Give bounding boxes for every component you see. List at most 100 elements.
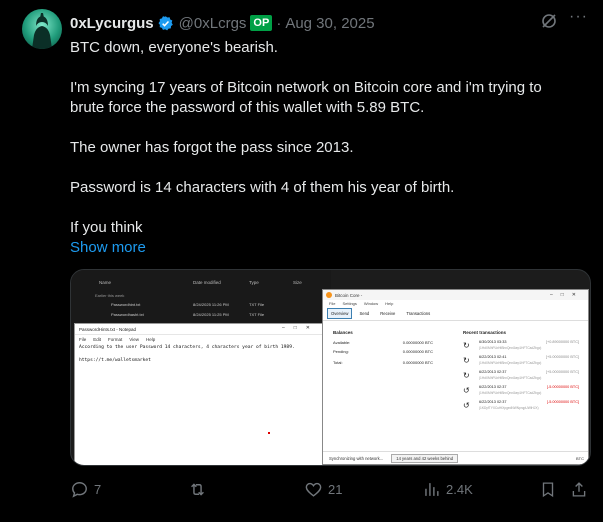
explorer-col-header: Size xyxy=(293,280,302,285)
core-menu: File Settings Window Help xyxy=(323,300,588,307)
bitcoin-icon xyxy=(326,292,332,298)
bitcoin-core-window: Bitcoin Core - –□✕ File Settings Window … xyxy=(322,289,589,465)
recent-title: Recent transactions xyxy=(463,330,507,335)
outgoing-tx-icon: ↺ xyxy=(463,386,470,395)
notepad-line: According to the user Password 14 charac… xyxy=(79,345,295,350)
op-badge: OP xyxy=(250,15,273,31)
outgoing-tx-icon: ↺ xyxy=(463,401,470,410)
balance-value: 0.00000000 BTC xyxy=(402,360,433,365)
tx-date: 6/30/2013 03:33 xyxy=(479,340,507,344)
explorer-group-label: Earlier this week xyxy=(95,293,125,298)
notepad-title: PasswordHints.txt - Notepad –□✕ xyxy=(75,324,323,335)
tx-amount: [-5.00000000 BTC] xyxy=(546,385,579,389)
repost-icon xyxy=(191,483,204,496)
cursor-dot-icon xyxy=(268,432,270,434)
notepad-menu-item: Help xyxy=(145,337,156,342)
tx-amount: [+0.89000000 BTC] xyxy=(545,340,579,344)
notepad-menu-item: File xyxy=(79,337,87,342)
transaction-row: ↺ 6/22/2013 02:37 (1KDyfTYXCuHtXpgedNWNp… xyxy=(463,399,583,413)
notepad-window: PasswordHints.txt - Notepad –□✕ File Edi… xyxy=(74,323,324,465)
explorer-file-date: 8/24/2025 11:25 PM xyxy=(193,312,229,317)
notepad-menu-item: Format xyxy=(108,337,123,342)
reply-count: 7 xyxy=(94,482,102,497)
verified-badge-icon xyxy=(158,15,173,30)
core-menu-item: Settings xyxy=(342,301,357,306)
core-tab-transactions: Transactions xyxy=(406,311,431,316)
sync-progress-label: 14 years and 42 weeks behind xyxy=(391,453,459,463)
analytics-icon xyxy=(425,483,439,496)
view-count: 2.4K xyxy=(446,482,473,497)
explorer-file-name: Passwordhasht.txt xyxy=(111,312,144,317)
balance-value: 0.00000000 BTC xyxy=(402,340,433,345)
tx-date: 6/22/2013 02:41 xyxy=(479,355,507,359)
balance-label: Available: xyxy=(333,340,351,345)
views-button[interactable]: 2.4K xyxy=(422,480,473,499)
post-paragraph: I'm syncing 17 years of Bitcoin network … xyxy=(70,79,542,116)
share-button[interactable] xyxy=(570,480,588,499)
separator-dot: · xyxy=(276,14,282,32)
status-unit: BTC xyxy=(576,455,584,461)
explorer-file-type: TXT File xyxy=(249,302,265,307)
transaction-row: ↻ 6/22/2013 02:41 (1HdXMhPLbHtBhnQnnlAep… xyxy=(463,354,583,368)
incoming-tx-icon: ↻ xyxy=(463,341,470,350)
transaction-row: ↻ 6/22/2013 02:37 (1HdXMhPLbHtBhnQnnlAep… xyxy=(463,369,583,383)
notepad-menu: File Edit Format View Help xyxy=(75,335,323,344)
post-paragraph: Password is 14 characters with 4 of them… xyxy=(70,179,455,196)
core-menu-item: Window xyxy=(363,301,379,306)
tx-amount: [+5.00000000 BTC] xyxy=(545,355,579,359)
core-status-bar: Synchronizing with network... 14 years a… xyxy=(323,451,588,464)
notepad-menu-item: Edit xyxy=(93,337,102,342)
explorer-file-type: TXT File xyxy=(249,312,265,317)
tx-address: (1HdXMhPLbHtBhnQnnlAep1HFTCadZbgc) xyxy=(479,376,542,380)
bookmark-icon xyxy=(542,482,554,498)
core-title: Bitcoin Core - –□✕ xyxy=(323,290,588,300)
author-handle[interactable]: @0xLcrgs xyxy=(179,15,247,32)
balance-label: Total: xyxy=(333,360,343,365)
core-tabs: Overview Send Receive Transactions xyxy=(323,307,588,321)
core-tab-send: Send xyxy=(359,311,370,316)
balance-value: 0.00000000 BTC xyxy=(402,349,433,354)
explorer-col-header: Name xyxy=(99,280,112,285)
tx-address: (1HdXMhPLbHtBhnQnnlAep1HFTCadZbgc) xyxy=(479,361,542,365)
heart-icon xyxy=(305,482,322,497)
post-media-image[interactable]: Name Date modified Type Size Earlier thi… xyxy=(70,269,591,466)
avatar[interactable] xyxy=(22,9,62,49)
core-menu-item: Help xyxy=(385,301,394,306)
core-menu-item: File xyxy=(329,301,336,306)
show-more-link[interactable]: Show more xyxy=(70,239,146,256)
reply-button[interactable]: 7 xyxy=(70,480,101,499)
explorer-file-date: 8/24/2025 11:26 PM xyxy=(193,302,229,307)
notepad-title-text: PasswordHints.txt - Notepad xyxy=(79,326,137,332)
more-options-icon[interactable]: ··· xyxy=(569,8,588,26)
like-button[interactable]: 21 xyxy=(304,480,342,499)
tx-amount: [-5.00000000 BTC] xyxy=(546,400,579,404)
tx-address: (1HdXMhPLbHtBhnQnnlAep1HFTCadZbgc) xyxy=(479,391,542,395)
repost-button[interactable] xyxy=(188,480,212,499)
post-header: 0xLycurgus @0xLcrgs OP · Aug 30, 2025 xyxy=(70,12,375,34)
sync-status: Synchronizing with network... xyxy=(329,455,384,461)
transaction-row: ↻ 6/30/2013 03:33 (1HdXMhPLbHtBhnQnnlAep… xyxy=(463,339,583,353)
grok-icon[interactable] xyxy=(540,12,558,35)
author-name[interactable]: 0xLycurgus xyxy=(70,15,154,32)
explorer-col-header: Date modified xyxy=(193,280,221,285)
tx-date: 6/22/2013 02:37 xyxy=(479,370,507,374)
tx-amount: [+5.00000000 BTC] xyxy=(545,370,579,374)
post-date[interactable]: Aug 30, 2025 xyxy=(285,15,374,32)
like-count: 21 xyxy=(328,482,343,497)
core-tab-overview: Overview xyxy=(327,308,353,319)
bookmark-button[interactable] xyxy=(539,480,557,499)
balances-title: Balances xyxy=(333,330,353,335)
explorer-file-name: Passwordhint.txt xyxy=(111,302,141,307)
tx-date: 6/22/2013 02:37 xyxy=(479,400,507,404)
share-icon xyxy=(572,482,586,497)
post-paragraph: If you think xyxy=(70,219,143,236)
explorer-col-header: Type xyxy=(249,280,259,285)
notepad-menu-item: View xyxy=(129,337,139,342)
file-explorer: Name Date modified Type Size Earlier thi… xyxy=(71,270,331,330)
incoming-tx-icon: ↻ xyxy=(463,371,470,380)
tx-date: 6/22/2013 02:37 xyxy=(479,385,507,389)
post-paragraph: BTC down, everyone's bearish. xyxy=(70,39,278,56)
action-bar: 7 21 2.4K xyxy=(0,480,603,502)
recent-transactions: Recent transactions ↻ 6/30/2013 03:33 (1… xyxy=(463,330,583,414)
post-text: BTC down, everyone's bearish. I'm syncin… xyxy=(70,38,580,238)
